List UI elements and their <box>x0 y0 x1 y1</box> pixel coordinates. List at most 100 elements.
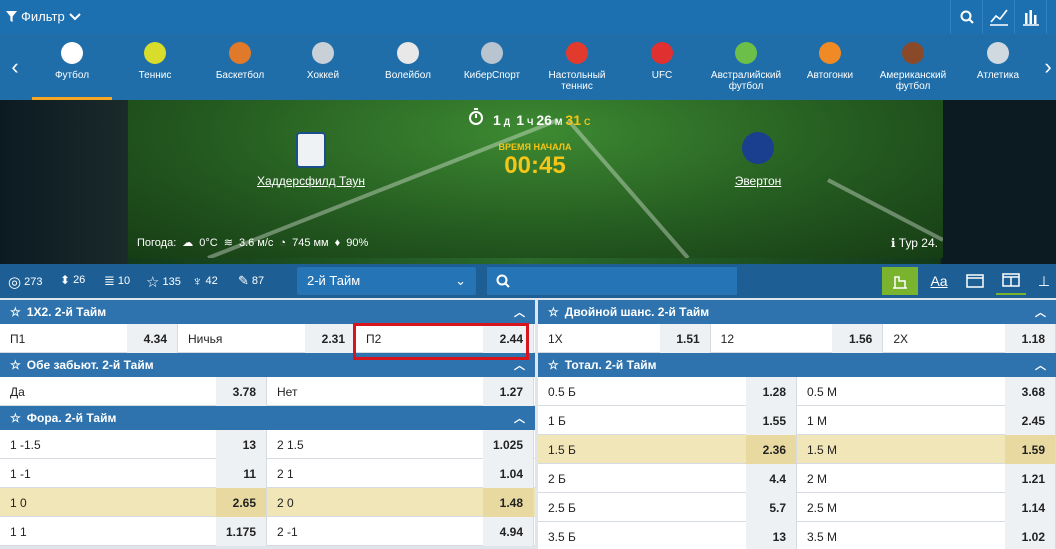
sport-tab[interactable]: Настольный теннис <box>537 42 617 92</box>
odds-cell[interactable]: 1 0 2.65 <box>0 488 267 517</box>
target-icon: ◎ <box>8 274 22 291</box>
stats-chart-button[interactable] <box>982 0 1014 34</box>
chevron-up-icon[interactable]: ︿ <box>1035 357 1046 373</box>
odds-cell[interactable]: 2X 1.18 <box>883 324 1056 353</box>
star-icon[interactable]: ☆ <box>548 358 559 372</box>
top-bar: Фильтр <box>0 0 1056 34</box>
odds-row: 1 -1.5 13 2 1.5 1.025 <box>0 430 535 459</box>
away-crest-icon <box>742 132 774 164</box>
market-search-input[interactable] <box>487 267 737 295</box>
odds-cell[interactable]: 12 1.56 <box>711 324 884 353</box>
odds-cell[interactable]: 1 М 2.45 <box>797 406 1056 435</box>
outcome-label: 3.5 Б <box>548 529 576 544</box>
market-header[interactable]: ☆ Тотал. 2-й Тайм ︿ <box>538 353 1056 377</box>
trophy-filter[interactable]: ♆ 42 <box>192 273 218 289</box>
odds-cell[interactable]: 2 -1 4.94 <box>267 517 534 546</box>
odds-cell[interactable]: Да 3.78 <box>0 377 267 406</box>
outcome-label: 2.5 М <box>807 500 838 515</box>
sport-tab[interactable]: Теннис <box>115 42 195 81</box>
odds-cell[interactable]: 2 1 1.04 <box>267 459 534 488</box>
stat-trophy: 42 <box>205 275 218 287</box>
sport-tab[interactable]: Атлетика <box>958 42 1038 81</box>
odds-cell[interactable]: Ничья 2.31 <box>178 324 356 353</box>
odds-value: 3.68 <box>1005 377 1055 406</box>
odds-cell[interactable]: 2.5 М 1.14 <box>797 493 1056 522</box>
outcome-label: П1 <box>10 331 26 346</box>
sport-tab[interactable]: Хоккей <box>283 42 363 81</box>
odds-cell[interactable]: 0.5 Б 1.28 <box>538 377 797 406</box>
odds-cell[interactable]: 0.5 М 3.68 <box>797 377 1056 406</box>
odds-cell[interactable]: П1 4.34 <box>0 324 178 353</box>
all-markets-filter[interactable]: ◎ 273 <box>8 273 42 291</box>
tools-filter[interactable]: ✎ 87 <box>238 273 264 289</box>
chevron-up-icon[interactable]: ︿ <box>1035 304 1046 320</box>
sport-tab[interactable]: Волейбол <box>368 42 448 81</box>
star-icon[interactable]: ☆ <box>548 305 559 319</box>
odds-cell[interactable]: 2 0 1.48 <box>267 488 534 517</box>
weather-bar: Погода: ☁ 0°C ≋ 3.6 м/с ◔ 745 мм ♦ 90% <box>137 236 368 250</box>
odds-cell[interactable]: 1.5 Б 2.36 <box>538 435 797 464</box>
star-icon[interactable]: ☆ <box>10 358 21 372</box>
odds-cell[interactable]: Нет 1.27 <box>267 377 534 406</box>
away-team[interactable]: Эвертон <box>716 132 800 188</box>
market-header[interactable]: ☆ Двойной шанс. 2-й Тайм ︿ <box>538 300 1056 324</box>
odds-cell[interactable]: 1 1 1.175 <box>0 517 267 546</box>
odds-value: 3.78 <box>216 377 266 406</box>
sport-tab[interactable]: Футбол <box>32 42 112 100</box>
odds-cell[interactable]: 3.5 М 1.02 <box>797 522 1056 549</box>
odds-cell[interactable]: 2 Б 4.4 <box>538 464 797 493</box>
sport-tab[interactable]: КиберСпорт <box>452 42 532 81</box>
single-column-button[interactable] <box>960 267 990 295</box>
odds-value: 5.7 <box>746 493 796 522</box>
markets-right-column: ☆ Двойной шанс. 2-й Тайм ︿ 1X 1.51 12 1.56 2X 1.… <box>538 300 1056 549</box>
single-column-icon <box>966 274 984 288</box>
extra-button[interactable] <box>1046 0 1056 34</box>
odds-row: 1.5 Б 2.36 1.5 М 1.59 <box>538 435 1056 464</box>
humidity-icon: ♦ <box>334 236 341 249</box>
outcome-label: 1.5 Б <box>548 442 576 457</box>
chevron-up-icon[interactable]: ︿ <box>514 304 525 320</box>
match-banner: 1Д 1Ч 26 М 31 С Хаддерсфилд Таун ВРЕМЯ НАЧ… <box>0 100 1056 264</box>
sport-tab[interactable]: Автогонки <box>790 42 870 81</box>
market-header[interactable]: ☆ Фора. 2-й Тайм ︿ <box>0 406 535 430</box>
sport-tab[interactable]: Баскетбол <box>200 42 280 81</box>
updown-filter[interactable]: ⬍ 26 <box>60 273 85 287</box>
odds-cell[interactable]: 3.5 Б 13 <box>538 522 797 549</box>
bar-stats-button[interactable] <box>1014 0 1046 34</box>
font-size-button[interactable]: Aa <box>924 267 954 295</box>
sport-icon <box>397 42 419 64</box>
two-column-button[interactable] <box>996 267 1026 295</box>
odds-cell[interactable]: 1 Б 1.55 <box>538 406 797 435</box>
period-select[interactable]: 2-й Тайм ⌄ <box>297 267 476 295</box>
search-button[interactable] <box>950 0 982 34</box>
field-view-button[interactable] <box>882 267 918 295</box>
market-header[interactable]: ☆ 1X2. 2-й Тайм ︿ <box>0 300 535 324</box>
home-team[interactable]: Хаддерсфилд Таун <box>248 132 374 188</box>
search-icon <box>960 10 974 24</box>
odds-cell[interactable]: 2 1.5 1.025 <box>267 430 534 459</box>
filter-button[interactable]: Фильтр <box>6 9 81 24</box>
odds-cell[interactable]: 1 -1.5 13 <box>0 430 267 459</box>
sport-icon <box>902 42 924 64</box>
odds-cell[interactable]: 2.5 Б 5.7 <box>538 493 797 522</box>
odds-cell[interactable]: 1.5 М 1.59 <box>797 435 1056 464</box>
sport-tab[interactable]: UFC <box>622 42 702 81</box>
sport-tab[interactable]: Австралийский футбол <box>706 42 786 92</box>
odds-value: 2.31 <box>305 324 355 353</box>
list-filter[interactable]: ≣ 10 <box>104 273 130 289</box>
odds-cell[interactable]: 1 -1 11 <box>0 459 267 488</box>
favorites-filter[interactable]: ☆ 135 <box>146 273 181 291</box>
sport-icon <box>651 42 673 64</box>
odds-cell[interactable]: 2 М 1.21 <box>797 464 1056 493</box>
more-view-button[interactable]: ⊥ <box>1032 267 1056 295</box>
sports-prev-arrow[interactable]: ‹ <box>1 54 29 80</box>
sport-tab[interactable]: Американский футбол <box>873 42 953 92</box>
odds-cell[interactable]: 1X 1.51 <box>538 324 711 353</box>
outcome-label: Да <box>10 384 25 399</box>
odds-value: 1.21 <box>1005 464 1055 493</box>
chevron-up-icon[interactable]: ︿ <box>514 410 525 426</box>
star-icon[interactable]: ☆ <box>10 305 21 319</box>
star-icon[interactable]: ☆ <box>10 411 21 425</box>
timer-days-unit: Д <box>503 117 511 127</box>
sports-next-arrow[interactable]: › <box>1040 54 1056 80</box>
